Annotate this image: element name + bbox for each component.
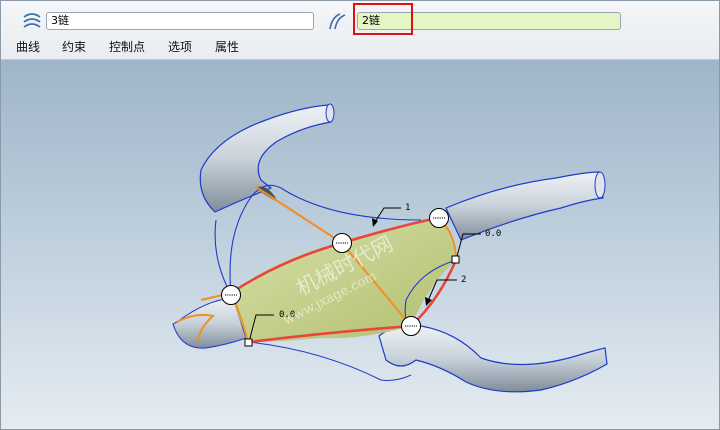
highlight-box (353, 3, 413, 35)
upper-left-tube (199, 104, 332, 213)
right-tube (445, 171, 604, 241)
callout-label-1: 1 (405, 203, 410, 213)
right-tube-end (594, 171, 606, 199)
chain-curve (255, 186, 343, 244)
drag-handle (429, 208, 449, 228)
tab-options[interactable]: 选项 (168, 38, 192, 55)
value-label-right: 0.0 (485, 229, 501, 239)
tab-properties[interactable]: 属性 (215, 38, 239, 55)
callout-leader-1 (372, 207, 401, 226)
model-graphics: 1 2 0.0 0.0 机械时代网 www.jxage.com (172, 103, 608, 393)
tab-constraints[interactable]: 约束 (62, 38, 86, 55)
tab-curves[interactable]: 曲线 (16, 38, 40, 55)
boundary-chain-icon[interactable] (326, 11, 348, 31)
constraint-handle (244, 338, 253, 347)
3d-viewport[interactable]: 1 2 0.0 0.0 机械时代网 www.jxage.com (1, 60, 719, 429)
constraint-handle (451, 255, 460, 264)
first-direction-chain-field[interactable]: 3链 (46, 12, 314, 30)
callout-label-2: 2 (461, 275, 466, 285)
tab-control-points[interactable]: 控制点 (109, 38, 145, 55)
boundary-blend-dashboard: 3链 2链 曲线 约束 控制点 选项 属性 (1, 1, 719, 60)
window: 3链 2链 曲线 约束 控制点 选项 属性 1 2 0.0 0.0 机械时代网 … (0, 0, 720, 430)
curve-chain-icon[interactable] (21, 11, 43, 31)
drag-handle (221, 285, 241, 305)
upper-left-tube-end (325, 103, 335, 123)
drag-handle (401, 316, 421, 336)
